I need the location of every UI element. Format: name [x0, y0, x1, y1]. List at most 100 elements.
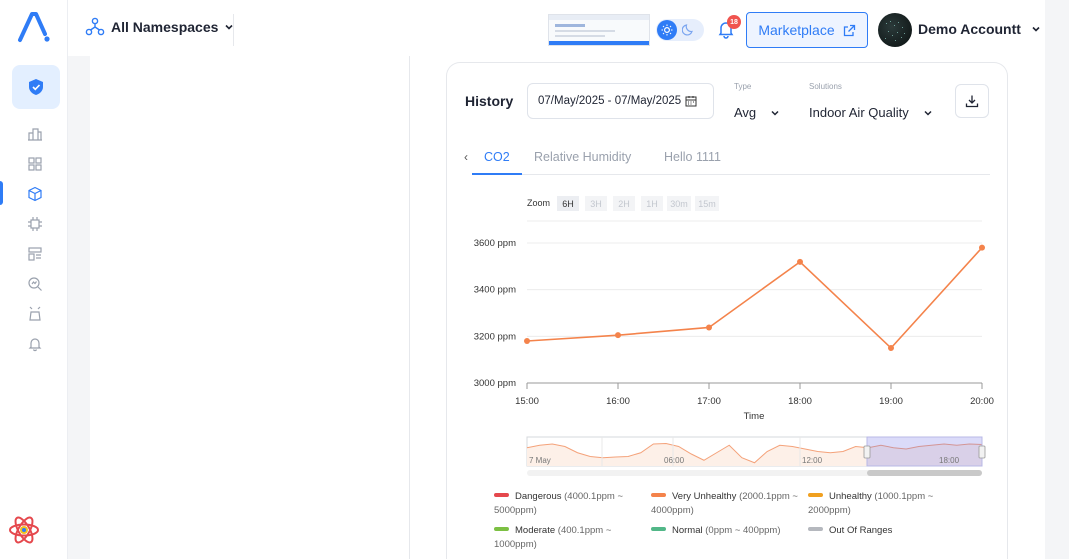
legend-swatch-dangerous — [494, 493, 509, 498]
react-logo-icon[interactable] — [8, 514, 40, 546]
legend-label: Moderate — [515, 525, 556, 536]
x-tick-label: 19:00 — [879, 396, 903, 407]
marketplace-button[interactable]: Marketplace — [746, 12, 868, 48]
screen-preview-thumbnail[interactable] — [548, 14, 650, 46]
tab-hello-1111[interactable]: Hello 1111 — [664, 150, 721, 164]
solutions-label: Solutions — [809, 82, 842, 91]
history-title: History — [465, 93, 514, 109]
legend-item-normal[interactable]: Normal (0ppm ~ 400ppm) — [651, 524, 801, 538]
zoom-label: Zoom — [527, 198, 551, 208]
chip-icon[interactable] — [27, 216, 43, 232]
sun-icon — [657, 20, 677, 40]
zoom-6h-button[interactable]: 6H — [557, 196, 579, 211]
tabs-divider — [472, 174, 990, 175]
navigator-label: 06:00 — [664, 456, 685, 465]
data-point — [524, 338, 530, 344]
tabs-prev-icon[interactable]: ‹ — [464, 150, 468, 164]
namespace-selector[interactable]: All Namespaces — [85, 17, 234, 37]
legend-item-out-of-ranges[interactable]: Out Of Ranges — [808, 524, 948, 538]
tab-active-underline — [472, 173, 522, 175]
zoom-15m-button[interactable]: 15m — [695, 196, 719, 211]
left-panel — [90, 56, 410, 559]
tab-relative-humidity[interactable]: Relative Humidity — [534, 150, 631, 164]
legend-label: Dangerous — [515, 491, 562, 502]
type-label: Type — [734, 82, 752, 91]
app-logo[interactable] — [16, 10, 52, 44]
namespace-tree-icon — [85, 17, 105, 36]
buildings-icon[interactable] — [27, 126, 43, 142]
y-tick-label: 3200 ppm — [474, 331, 516, 342]
tab-co2[interactable]: CO2 — [484, 150, 510, 164]
chevron-down-icon — [924, 110, 932, 116]
navigator-label: 18:00 — [939, 456, 960, 465]
x-axis-title: Time — [744, 411, 765, 422]
legend-item-dangerous[interactable]: Dangerous (4000.1ppm ~ 5000ppm) — [494, 490, 639, 518]
avatar[interactable] — [878, 13, 912, 47]
navigator-label: 7 May — [529, 456, 551, 465]
y-tick-label: 3400 ppm — [474, 285, 516, 296]
sidebar — [0, 0, 68, 559]
x-tick-label: 16:00 — [606, 396, 630, 407]
data-point — [615, 332, 621, 339]
x-tick-label: 20:00 — [970, 396, 994, 407]
search-analytics-icon[interactable] — [27, 276, 43, 292]
account-menu[interactable]: Demo Accountt — [918, 21, 1041, 37]
navigator-selection — [866, 436, 983, 467]
x-tick-label: 15:00 — [515, 396, 539, 407]
account-name: Demo Accountt — [918, 21, 1021, 37]
alarm-icon[interactable] — [27, 306, 43, 322]
navigator-label: 12:00 — [802, 456, 823, 465]
zoom-1h-button[interactable]: 1H — [641, 196, 663, 211]
divider — [233, 14, 234, 46]
theme-toggle[interactable] — [656, 19, 704, 41]
x-tick-label: 17:00 — [697, 396, 721, 407]
shield-icon — [29, 79, 43, 95]
external-link-icon — [843, 24, 855, 36]
zoom-3h-button[interactable]: 3H — [585, 196, 607, 211]
legend-swatch-very-unhealthy — [651, 493, 666, 498]
cube-icon[interactable] — [27, 186, 43, 202]
sidebar-item-security[interactable] — [12, 65, 60, 109]
x-tick-label: 18:00 — [788, 396, 812, 407]
legend-swatch-moderate — [494, 527, 509, 532]
type-value: Avg — [734, 105, 757, 120]
calendar-icon — [685, 96, 697, 107]
legend-label: Unhealthy — [829, 491, 872, 502]
legend-label: Out Of Ranges — [829, 525, 893, 536]
download-icon — [965, 95, 979, 108]
y-tick-label: 3000 ppm — [474, 378, 516, 389]
solutions-select[interactable]: Indoor Air Quality — [809, 105, 933, 120]
type-select[interactable]: Avg — [734, 105, 780, 120]
legend-label: Very Unhealthy — [672, 491, 737, 502]
layout-icon[interactable] — [27, 246, 43, 262]
date-range-picker[interactable]: 07/May/2025 - 07/May/2025 — [527, 83, 714, 119]
legend-label: Normal — [672, 525, 703, 536]
sidebar-active-indicator — [0, 181, 3, 205]
moon-icon — [682, 24, 693, 36]
legend-item-very-unhealthy[interactable]: Very Unhealthy (2000.1ppm ~ 4000ppm) — [651, 490, 801, 518]
data-point — [888, 345, 894, 351]
page-scrollbar[interactable] — [1045, 52, 1069, 559]
legend-item-unhealthy[interactable]: Unhealthy (1000.1ppm ~ 2000ppm) — [808, 490, 948, 518]
download-button[interactable] — [955, 84, 989, 118]
legend-swatch-normal — [651, 527, 666, 532]
dashboard-grid-icon[interactable] — [27, 156, 43, 172]
bell-icon[interactable] — [27, 336, 43, 352]
legend-item-moderate[interactable]: Moderate (400.1ppm ~ 1000ppm) — [494, 524, 639, 552]
legend-swatch-unhealthy — [808, 493, 823, 498]
namespace-label: All Namespaces — [111, 19, 219, 35]
zoom-2h-button[interactable]: 2H — [613, 196, 635, 211]
legend-swatch-out-of-ranges — [808, 527, 823, 532]
data-point — [797, 258, 803, 265]
series-line — [526, 247, 983, 350]
navigator-handle — [978, 445, 986, 459]
zoom-30m-button[interactable]: 30m — [667, 196, 691, 211]
navigator-scroll-thumb — [867, 470, 982, 476]
chevron-down-icon — [1032, 26, 1040, 32]
marketplace-label: Marketplace — [758, 22, 835, 38]
legend-range: (0ppm ~ 400ppm) — [705, 525, 781, 536]
date-range-value: 07/May/2025 - 07/May/2025 — [538, 95, 682, 107]
top-bar: All Namespaces 18 Marketplace Demo Accou… — [68, 0, 1045, 56]
co2-history-chart[interactable]: 3000 ppm 3200 ppm 3400 ppm 3600 ppm 15:00 16:… — [460, 215, 1000, 480]
data-point — [979, 244, 985, 251]
